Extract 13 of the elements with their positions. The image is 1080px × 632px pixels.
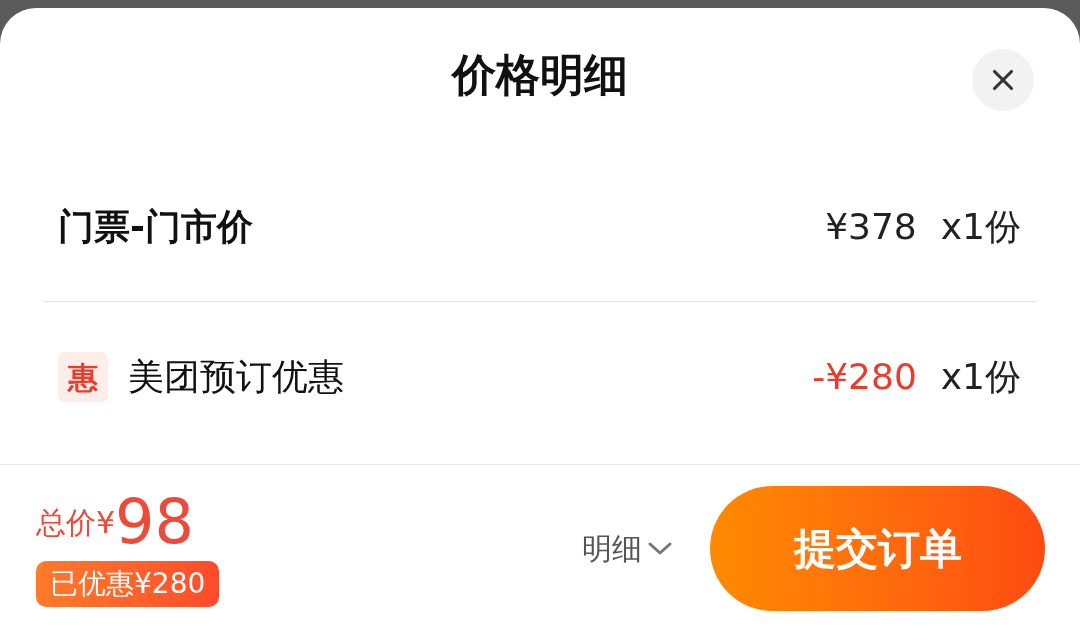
total-label: 总价¥ <box>36 503 116 542</box>
discount-badge: 惠 <box>58 352 108 402</box>
total-price: 98 <box>115 490 194 553</box>
item-price: -¥280 <box>812 355 917 399</box>
chevron-down-icon <box>648 542 672 555</box>
item-price: ¥378 <box>825 204 917 249</box>
item-name: 美团预订优惠 <box>128 355 344 399</box>
savings-badge: 已优惠¥280 <box>36 560 220 607</box>
details-toggle[interactable]: 明细 <box>582 526 672 571</box>
item-quantity: x1份 <box>940 204 1021 249</box>
item-quantity: x1份 <box>940 355 1021 399</box>
item-name: 门票-门市价 <box>58 204 253 249</box>
sheet-title: 价格明细 <box>452 48 628 102</box>
